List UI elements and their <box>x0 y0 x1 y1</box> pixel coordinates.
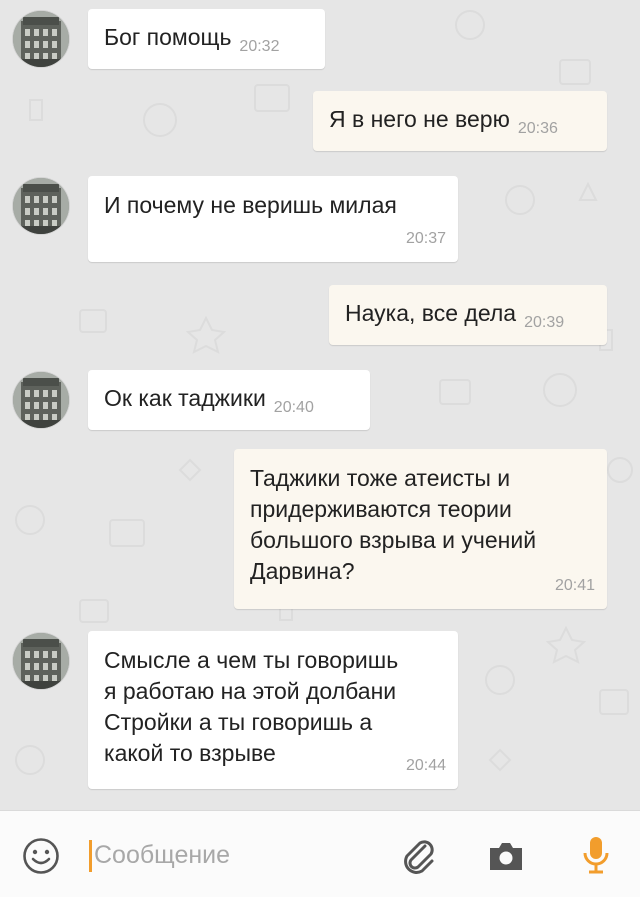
message-timestamp: 20:41 <box>554 577 595 594</box>
message-timestamp: 20:40 <box>273 399 314 416</box>
message-timestamp: 20:36 <box>517 120 558 137</box>
message-timestamp: 20:39 <box>524 314 565 331</box>
avatar-building-photo <box>13 372 69 428</box>
outgoing-message-bubble[interactable]: Я в него не верю 20:36 <box>313 91 607 151</box>
incoming-message-bubble[interactable]: Смысле а чем ты говоришь я работаю на эт… <box>88 631 458 789</box>
outgoing-message-bubble[interactable]: Таджики тоже атеисты и придерживаются те… <box>234 449 607 609</box>
camera-icon[interactable] <box>487 839 525 873</box>
avatar[interactable] <box>13 11 69 67</box>
paperclip-icon[interactable] <box>398 835 438 875</box>
message-input-bar <box>0 810 640 897</box>
message-text: Ок как таджики <box>104 385 266 411</box>
avatar-building-photo <box>13 633 69 689</box>
smiley-icon[interactable] <box>22 837 60 875</box>
avatar-building-photo <box>13 178 69 234</box>
message-timestamp: 20:32 <box>239 38 280 55</box>
message-timestamp: 20:44 <box>405 757 446 774</box>
message-text: Наука, все дела <box>345 300 517 326</box>
incoming-message-bubble[interactable]: Ок как таджики 20:40 <box>88 370 370 430</box>
message-text: Бог помощь <box>104 24 232 50</box>
outgoing-message-bubble[interactable]: Наука, все дела 20:39 <box>329 285 607 345</box>
message-text: Я в него не верю <box>329 106 510 132</box>
microphone-icon[interactable] <box>581 835 611 877</box>
avatar[interactable] <box>13 372 69 428</box>
message-text: Таджики тоже атеисты и придерживаются те… <box>250 465 537 584</box>
chat-area[interactable]: Бог помощь 20:32 Я в него не верю 20:36 И по… <box>0 0 640 810</box>
avatar[interactable] <box>13 178 69 234</box>
message-text: Смысле а чем ты говоришь я работаю на эт… <box>104 647 399 766</box>
message-timestamp: 20:37 <box>405 230 446 247</box>
avatar[interactable] <box>13 633 69 689</box>
message-input[interactable] <box>90 835 384 875</box>
message-text: И почему не веришь милая <box>104 192 397 218</box>
incoming-message-bubble[interactable]: И почему не веришь милая 20:37 <box>88 176 458 262</box>
incoming-message-bubble[interactable]: Бог помощь 20:32 <box>88 9 325 69</box>
avatar-building-photo <box>13 11 69 67</box>
